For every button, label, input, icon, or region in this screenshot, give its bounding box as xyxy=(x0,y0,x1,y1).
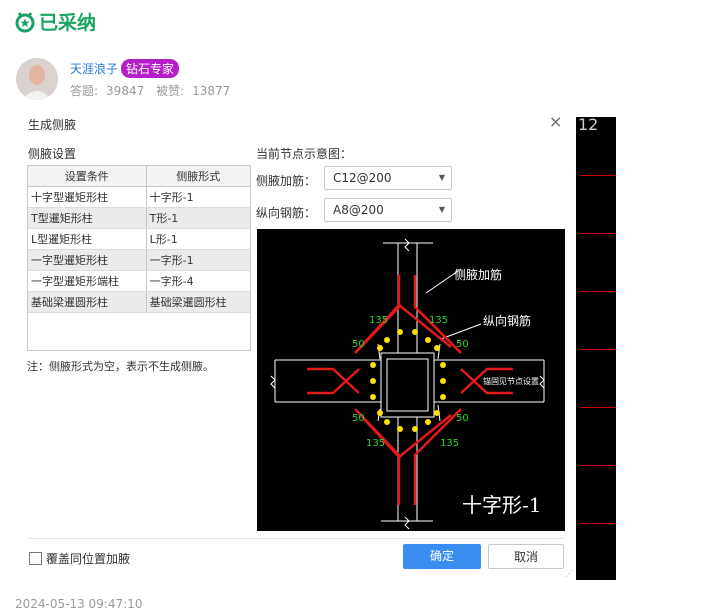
background-label: 12 xyxy=(578,115,599,134)
expert-badge: 钻石专家 xyxy=(121,59,180,78)
haunch-rebar-annotation: 侧腋加筋 xyxy=(454,267,502,282)
condition-cell[interactable]: 一字型暹矩形柱 xyxy=(28,249,147,271)
node-diagram-canvas: 侧腋加筋 纵向钢筋 锚固见节点设置 135 135 135 135 50 50 … xyxy=(257,229,565,531)
checkbox-box[interactable] xyxy=(29,552,42,565)
haunch-settings-table: 设置条件 侧腋形式 十字型暹矩形柱 十字形-1 T型暹矩形柱 T形-1 L型暹矩… xyxy=(27,165,251,351)
condition-cell[interactable]: T型暹矩形柱 xyxy=(28,207,147,229)
likes-count: 13877 xyxy=(192,84,231,98)
haunch-type-cell[interactable]: 一字形-4 xyxy=(146,270,250,292)
background-red-line xyxy=(580,233,616,234)
avatar[interactable] xyxy=(16,58,58,100)
column-header[interactable]: 侧腋形式 xyxy=(146,166,250,187)
haunch-rebar-select[interactable]: C12@200 ▼ xyxy=(324,166,452,190)
user-name-link[interactable]: 天涯浪子 xyxy=(70,60,118,77)
haunch-type-cell[interactable]: 十字形-1 xyxy=(146,186,250,208)
dimension-label: 135 xyxy=(429,315,448,326)
background-red-line xyxy=(580,407,616,408)
chevron-down-icon: ▼ xyxy=(438,205,445,214)
haunch-type-cell[interactable]: 基础梁暹圆形柱 xyxy=(146,291,250,313)
haunch-type-cell[interactable]: 一字形-1 xyxy=(146,249,250,271)
anchor-annotation: 锚固见节点设置 xyxy=(483,376,539,386)
likes-label: 被赞: xyxy=(156,84,185,98)
background-red-line xyxy=(580,465,616,466)
long-rebar-value: A8@200 xyxy=(333,203,384,217)
close-icon[interactable]: × xyxy=(549,112,562,131)
long-rebar-select[interactable]: A8@200 ▼ xyxy=(324,198,452,222)
column-header[interactable]: 设置条件 xyxy=(28,166,147,187)
ok-button[interactable]: 确定 xyxy=(403,544,481,569)
generate-haunch-dialog: 生成侧腋 × 侧腋设置 设置条件 侧腋形式 十字型暹矩形柱 十字形-1 T型暹矩… xyxy=(16,108,574,578)
condition-cell[interactable]: 一字型暹矩形端柱 xyxy=(28,270,147,292)
table-row[interactable]: 基础梁暹圆形柱 基础梁暹圆形柱 xyxy=(28,291,250,313)
adopted-label: 已采纳 xyxy=(39,12,97,34)
table-row[interactable]: 十字型暹矩形柱 十字形-1 xyxy=(28,186,250,208)
dimension-label: 50 xyxy=(352,413,365,424)
answers-label: 答题: xyxy=(70,84,99,98)
background-red-line xyxy=(580,291,616,292)
chevron-down-icon: ▼ xyxy=(438,173,445,182)
settings-title: 侧腋设置 xyxy=(28,147,77,161)
diagram-caption: 十字形-1 xyxy=(462,493,541,517)
table-header-row: 设置条件 侧腋形式 xyxy=(28,166,250,187)
answers-count: 39847 xyxy=(106,84,145,98)
diagram-label: 当前节点示意图： xyxy=(256,147,353,161)
dialog-title: 生成侧腋 xyxy=(28,118,77,132)
dimension-label: 135 xyxy=(440,438,459,449)
condition-cell[interactable]: 基础梁暹圆形柱 xyxy=(28,291,147,313)
dimension-label: 50 xyxy=(456,413,469,424)
long-rebar-label: 纵向钢筋： xyxy=(256,206,317,220)
dimension-label: 135 xyxy=(369,315,388,326)
footer-divider xyxy=(28,538,564,539)
background-cad-strip: 12 xyxy=(576,115,616,580)
condition-cell[interactable]: 十字型暹矩形柱 xyxy=(28,186,147,208)
condition-cell[interactable]: L型暹矩形柱 xyxy=(28,228,147,250)
dimension-label: 50 xyxy=(456,339,469,350)
table-row[interactable]: 一字型暹矩形柱 一字形-1 xyxy=(28,249,250,271)
user-stats: 答题: 39847 被赞: 13877 xyxy=(70,82,238,99)
background-red-line xyxy=(580,349,616,350)
cancel-button[interactable]: 取消 xyxy=(488,544,564,569)
haunch-rebar-label: 侧腋加筋： xyxy=(256,174,317,188)
haunch-type-cell[interactable]: L形-1 xyxy=(146,228,250,250)
dimension-label: 135 xyxy=(366,438,385,449)
table-row[interactable]: T型暹矩形柱 T形-1 xyxy=(28,207,250,229)
haunch-type-cell[interactable]: T形-1 xyxy=(146,207,250,229)
post-timestamp: 2024-05-13 09:47:10 xyxy=(15,597,143,611)
background-red-line xyxy=(580,175,616,176)
resize-grip-icon[interactable]: ⋰ xyxy=(565,569,573,578)
overwrite-label: 覆盖同位置加腋 xyxy=(46,552,131,566)
table-row[interactable]: 一字型暹矩形端柱 一字形-4 xyxy=(28,270,250,292)
overwrite-checkbox[interactable]: 覆盖同位置加腋 xyxy=(29,550,130,567)
dimension-label: 50 xyxy=(352,339,365,350)
table-row[interactable]: L型暹矩形柱 L形-1 xyxy=(28,228,250,250)
haunch-rebar-value: C12@200 xyxy=(333,171,392,185)
long-rebar-annotation: 纵向钢筋 xyxy=(483,313,531,328)
adopted-header: 已采纳 xyxy=(15,8,96,35)
cross-node-diagram: 侧腋加筋 纵向钢筋 锚固见节点设置 135 135 135 135 50 50 … xyxy=(270,238,545,530)
adopted-badge-icon xyxy=(15,11,35,32)
background-red-line xyxy=(580,523,616,524)
note-text: 注：侧腋形式为空，表示不生成侧腋。 xyxy=(27,360,214,373)
